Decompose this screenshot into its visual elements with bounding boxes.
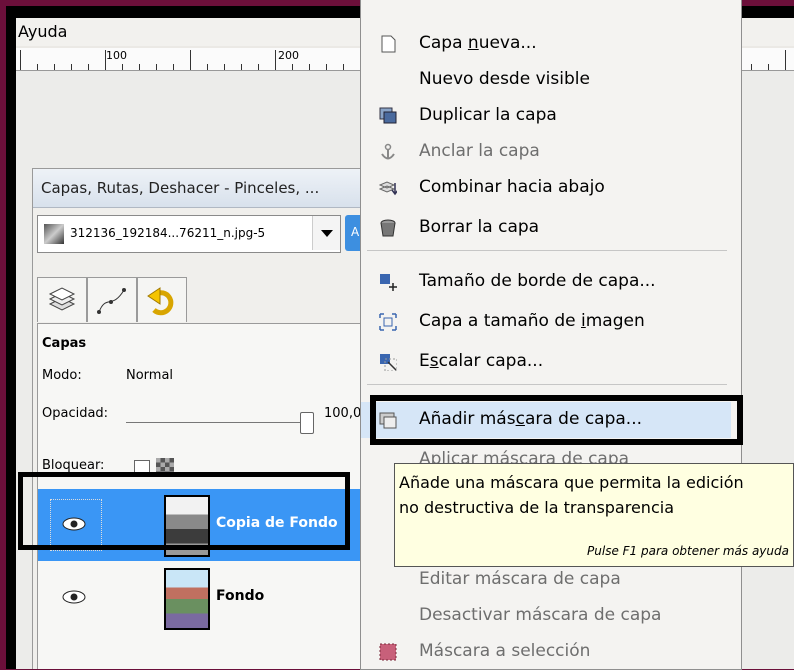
layers-dock: Capas, Rutas, Deshacer - Pinceles, ... 3… <box>32 168 379 669</box>
opacity-label: Opacidad: <box>42 406 109 421</box>
tooltip: Añade una máscara que permita la edición… <box>394 463 794 567</box>
menu-item-label: Combinar hacia abajo <box>419 177 605 197</box>
opacity-slider-track[interactable] <box>126 422 308 423</box>
menu-separator <box>367 384 727 385</box>
scale-layer-icon <box>380 354 397 371</box>
ruler-tick <box>139 64 140 70</box>
layers-icon <box>48 287 76 311</box>
dock-title: Capas, Rutas, Deshacer - Pinceles, ... <box>41 179 320 197</box>
menu-item-label: Anclar la capa <box>419 141 540 161</box>
ruler-tick <box>275 50 276 70</box>
ruler-tick <box>309 64 310 70</box>
merge-down-icon <box>379 181 397 196</box>
menu-item-anchor-layer[interactable]: Anclar la capa <box>361 134 731 170</box>
tooltip-text: Añade una máscara que permita la edición… <box>399 470 744 520</box>
layer-boundary-size-icon <box>380 274 397 291</box>
new-layer-icon <box>381 35 396 53</box>
menu-item-label: Capa nueva... <box>419 33 537 53</box>
image-selector[interactable]: 312136_192184...76211_n.jpg-5 <box>37 215 341 253</box>
menu-item-mask-to-selection[interactable]: Máscara a selección <box>361 634 731 670</box>
highlight-frame <box>370 395 743 445</box>
ruler-tick <box>207 64 208 70</box>
ruler-tick <box>71 64 72 70</box>
menu-item-label: Máscara a selección <box>419 641 591 661</box>
eye-icon[interactable] <box>62 590 86 604</box>
menu-item-layer-boundary-size[interactable]: Tamaño de borde de capa... <box>361 264 731 300</box>
tooltip-line: Añade una máscara que permita la edición <box>399 473 744 492</box>
tooltip-line: no destructiva de la transparencia <box>399 498 674 517</box>
mode-select[interactable]: Normal <box>126 368 173 383</box>
menu-item-duplicate-layer[interactable]: Duplicar la capa <box>361 98 731 134</box>
paths-icon <box>97 288 126 314</box>
menu-item-edit-layer-mask[interactable]: Editar máscara de capa <box>361 562 731 598</box>
undo-icon <box>147 287 174 316</box>
ruler-tick <box>751 64 752 70</box>
tab-layers[interactable] <box>37 277 87 322</box>
ruler-tick <box>258 64 259 70</box>
anchor-icon <box>381 143 395 160</box>
tooltip-hint: Pulse F1 para obtener más ayuda <box>587 544 789 558</box>
ruler-tick <box>224 64 225 70</box>
layer-thumbnail <box>164 568 210 630</box>
ruler-label: 200 <box>278 49 299 62</box>
menu-item-new-layer[interactable]: Capa nueva... <box>361 26 731 62</box>
ruler-tick <box>54 64 55 70</box>
menu-help[interactable]: Ayuda <box>18 22 67 41</box>
menu-item-label: Escalar capa... <box>419 351 544 371</box>
ruler-tick <box>37 64 38 70</box>
image-thumbnail <box>44 224 64 244</box>
opacity-slider-handle[interactable] <box>300 412 314 434</box>
menu-item-label: Nuevo desde visible <box>419 69 590 89</box>
layer-to-image-size-icon <box>379 313 397 331</box>
ruler-tick <box>241 64 242 70</box>
lock-label: Bloquear: <box>42 458 105 473</box>
ruler-tick <box>292 64 293 70</box>
ruler-tick <box>122 64 123 70</box>
menu-item-label: Capa a tamaño de imagen <box>419 311 645 331</box>
panel-title: Capas <box>42 336 87 351</box>
layer-context-menu: Capa nueva... Nuevo desde visible Duplic… <box>360 0 742 670</box>
mode-label: Modo: <box>42 368 82 383</box>
ruler-tick <box>768 64 769 70</box>
menu-item-label: Desactivar máscara de capa <box>419 605 662 625</box>
dock-tabs <box>37 277 375 323</box>
menu-item-scale-layer[interactable]: Escalar capa... <box>361 344 731 380</box>
trash-icon <box>380 219 396 237</box>
ruler-tick <box>343 64 344 70</box>
menu-item-label: Tamaño de borde de capa... <box>419 271 656 291</box>
ruler-tick <box>156 64 157 70</box>
ruler-tick <box>105 50 106 70</box>
menu-item-label: Duplicar la capa <box>419 105 557 125</box>
ruler-tick <box>190 50 191 70</box>
dock-titlebar[interactable]: Capas, Rutas, Deshacer - Pinceles, ... <box>33 169 378 208</box>
ruler-tick <box>88 64 89 70</box>
ruler-label: 100 <box>106 49 127 62</box>
ruler-tick <box>785 50 786 70</box>
menu-item-merge-down[interactable]: Combinar hacia abajo <box>361 170 731 206</box>
ruler-tick <box>326 64 327 70</box>
ruler-tick <box>173 64 174 70</box>
menu-item-new-from-visible[interactable]: Nuevo desde visible <box>361 62 731 98</box>
selected-layer-highlight-frame <box>18 472 350 550</box>
menu-item-delete-layer[interactable]: Borrar la capa <box>361 210 731 246</box>
menu-separator <box>367 250 727 251</box>
image-name: 312136_192184...76211_n.jpg-5 <box>70 226 266 240</box>
layer-name[interactable]: Fondo <box>216 588 264 604</box>
chevron-down-icon[interactable] <box>312 216 340 250</box>
layer-row-fondo[interactable]: Fondo <box>38 562 366 634</box>
tab-paths[interactable] <box>87 277 137 322</box>
ruler-tick <box>20 50 21 70</box>
mask-to-selection-icon <box>379 643 397 661</box>
menu-item-layer-to-image-size[interactable]: Capa a tamaño de imagen <box>361 304 731 340</box>
menu-item-label: Editar máscara de capa <box>419 569 621 589</box>
tab-undo[interactable] <box>137 277 187 322</box>
menu-item-label: Borrar la capa <box>419 217 540 237</box>
duplicate-layer-icon <box>379 107 397 124</box>
menu-item-disable-layer-mask[interactable]: Desactivar máscara de capa <box>361 598 731 634</box>
opacity-value[interactable]: 100,0 <box>324 406 361 421</box>
